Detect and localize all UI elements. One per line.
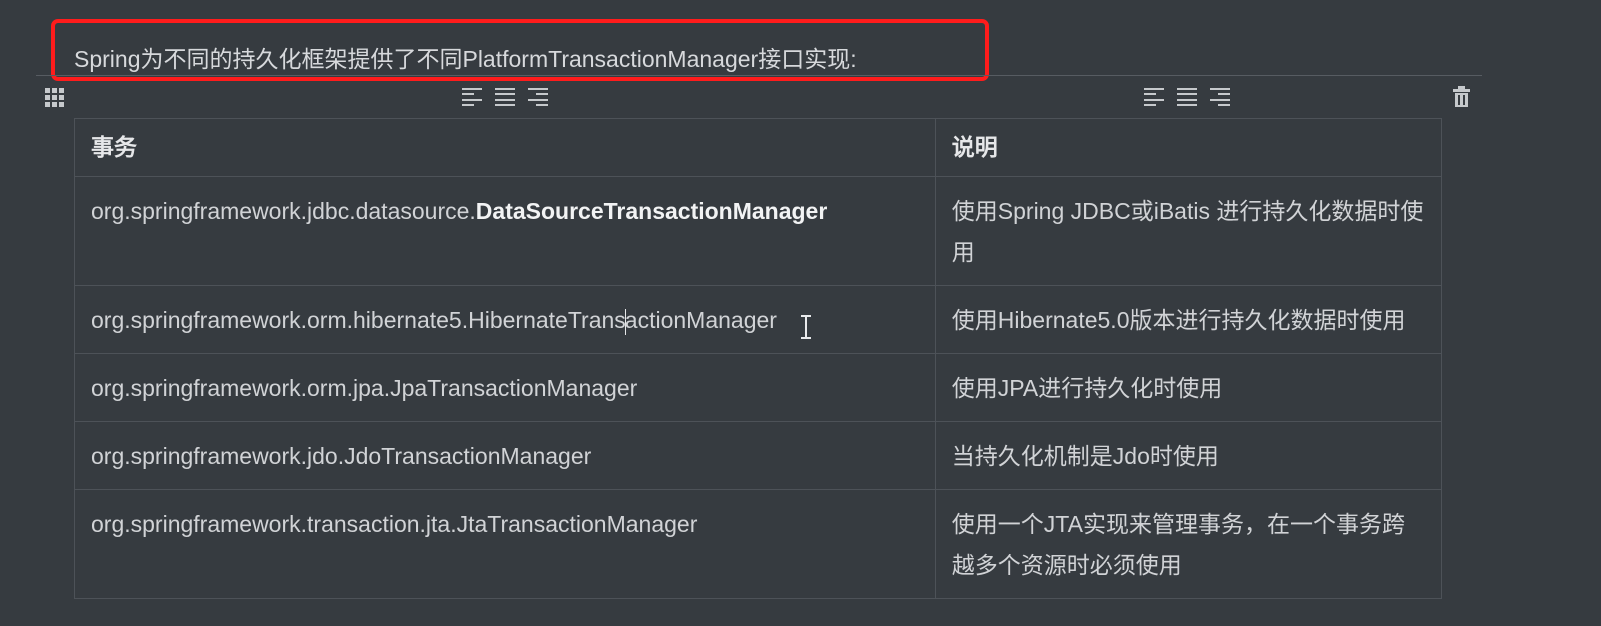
editor-page: Spring为不同的持久化框架提供了不同PlatformTransactionM…: [0, 0, 1601, 626]
table-grid-icon[interactable]: [45, 88, 65, 108]
package-prefix: org.springframework.jdbc.datasource.: [91, 198, 476, 224]
table-row: org.springframework.orm.jpa.JpaTransacti…: [74, 353, 1443, 422]
class-name-bold: DataSourceTransactionManager: [475, 198, 828, 224]
description-cell[interactable]: 使用Spring JDBC或iBatis 进行持久化数据时使用: [934, 176, 1443, 286]
align-right-icon[interactable]: [528, 88, 548, 106]
transaction-text-after-caret: actionManager: [624, 307, 777, 333]
transaction-cell[interactable]: org.springframework.jdo.JdoTransactionMa…: [74, 421, 936, 490]
align-left-icon[interactable]: [1144, 88, 1164, 106]
header-transaction[interactable]: 事务: [74, 118, 936, 177]
transaction-cell[interactable]: org.springframework.transaction.jta.JtaT…: [74, 489, 936, 599]
table-header-row: 事务 说明: [74, 118, 1443, 177]
description-cell[interactable]: 当持久化机制是Jdo时使用: [934, 421, 1443, 490]
transaction-text-before-caret: org.springframework.orm.hibernate5.Hiber…: [91, 307, 626, 333]
align-center-icon[interactable]: [495, 88, 515, 106]
transaction-cell[interactable]: org.springframework.jdbc.datasource.Data…: [74, 176, 936, 286]
description-cell[interactable]: 使用Hibernate5.0版本进行持久化数据时使用: [934, 285, 1443, 354]
table-row: org.springframework.jdbc.datasource.Data…: [74, 176, 1443, 286]
red-highlight-box: [51, 19, 989, 81]
transaction-manager-table: 事务 说明 org.springframework.jdbc.datasourc…: [74, 118, 1443, 599]
table-row: org.springframework.jdo.JdoTransactionMa…: [74, 421, 1443, 490]
delete-table-icon[interactable]: [1452, 86, 1471, 108]
description-cell[interactable]: 使用JPA进行持久化时使用: [934, 353, 1443, 422]
description-cell[interactable]: 使用一个JTA实现来管理事务，在一个事务跨越多个资源时必须使用: [934, 489, 1443, 599]
header-description[interactable]: 说明: [934, 118, 1443, 177]
column-1-align-toolbar: [462, 88, 548, 106]
table-toolbar-divider: [36, 75, 1482, 76]
ibeam-cursor-icon: [801, 315, 811, 339]
table-row: org.springframework.transaction.jta.JtaT…: [74, 489, 1443, 599]
transaction-cell[interactable]: org.springframework.orm.jpa.JpaTransacti…: [74, 353, 936, 422]
align-center-icon[interactable]: [1177, 88, 1197, 106]
table-row: org.springframework.orm.hibernate5.Hiber…: [74, 285, 1443, 354]
align-right-icon[interactable]: [1210, 88, 1230, 106]
align-left-icon[interactable]: [462, 88, 482, 106]
column-2-align-toolbar: [1144, 88, 1230, 106]
